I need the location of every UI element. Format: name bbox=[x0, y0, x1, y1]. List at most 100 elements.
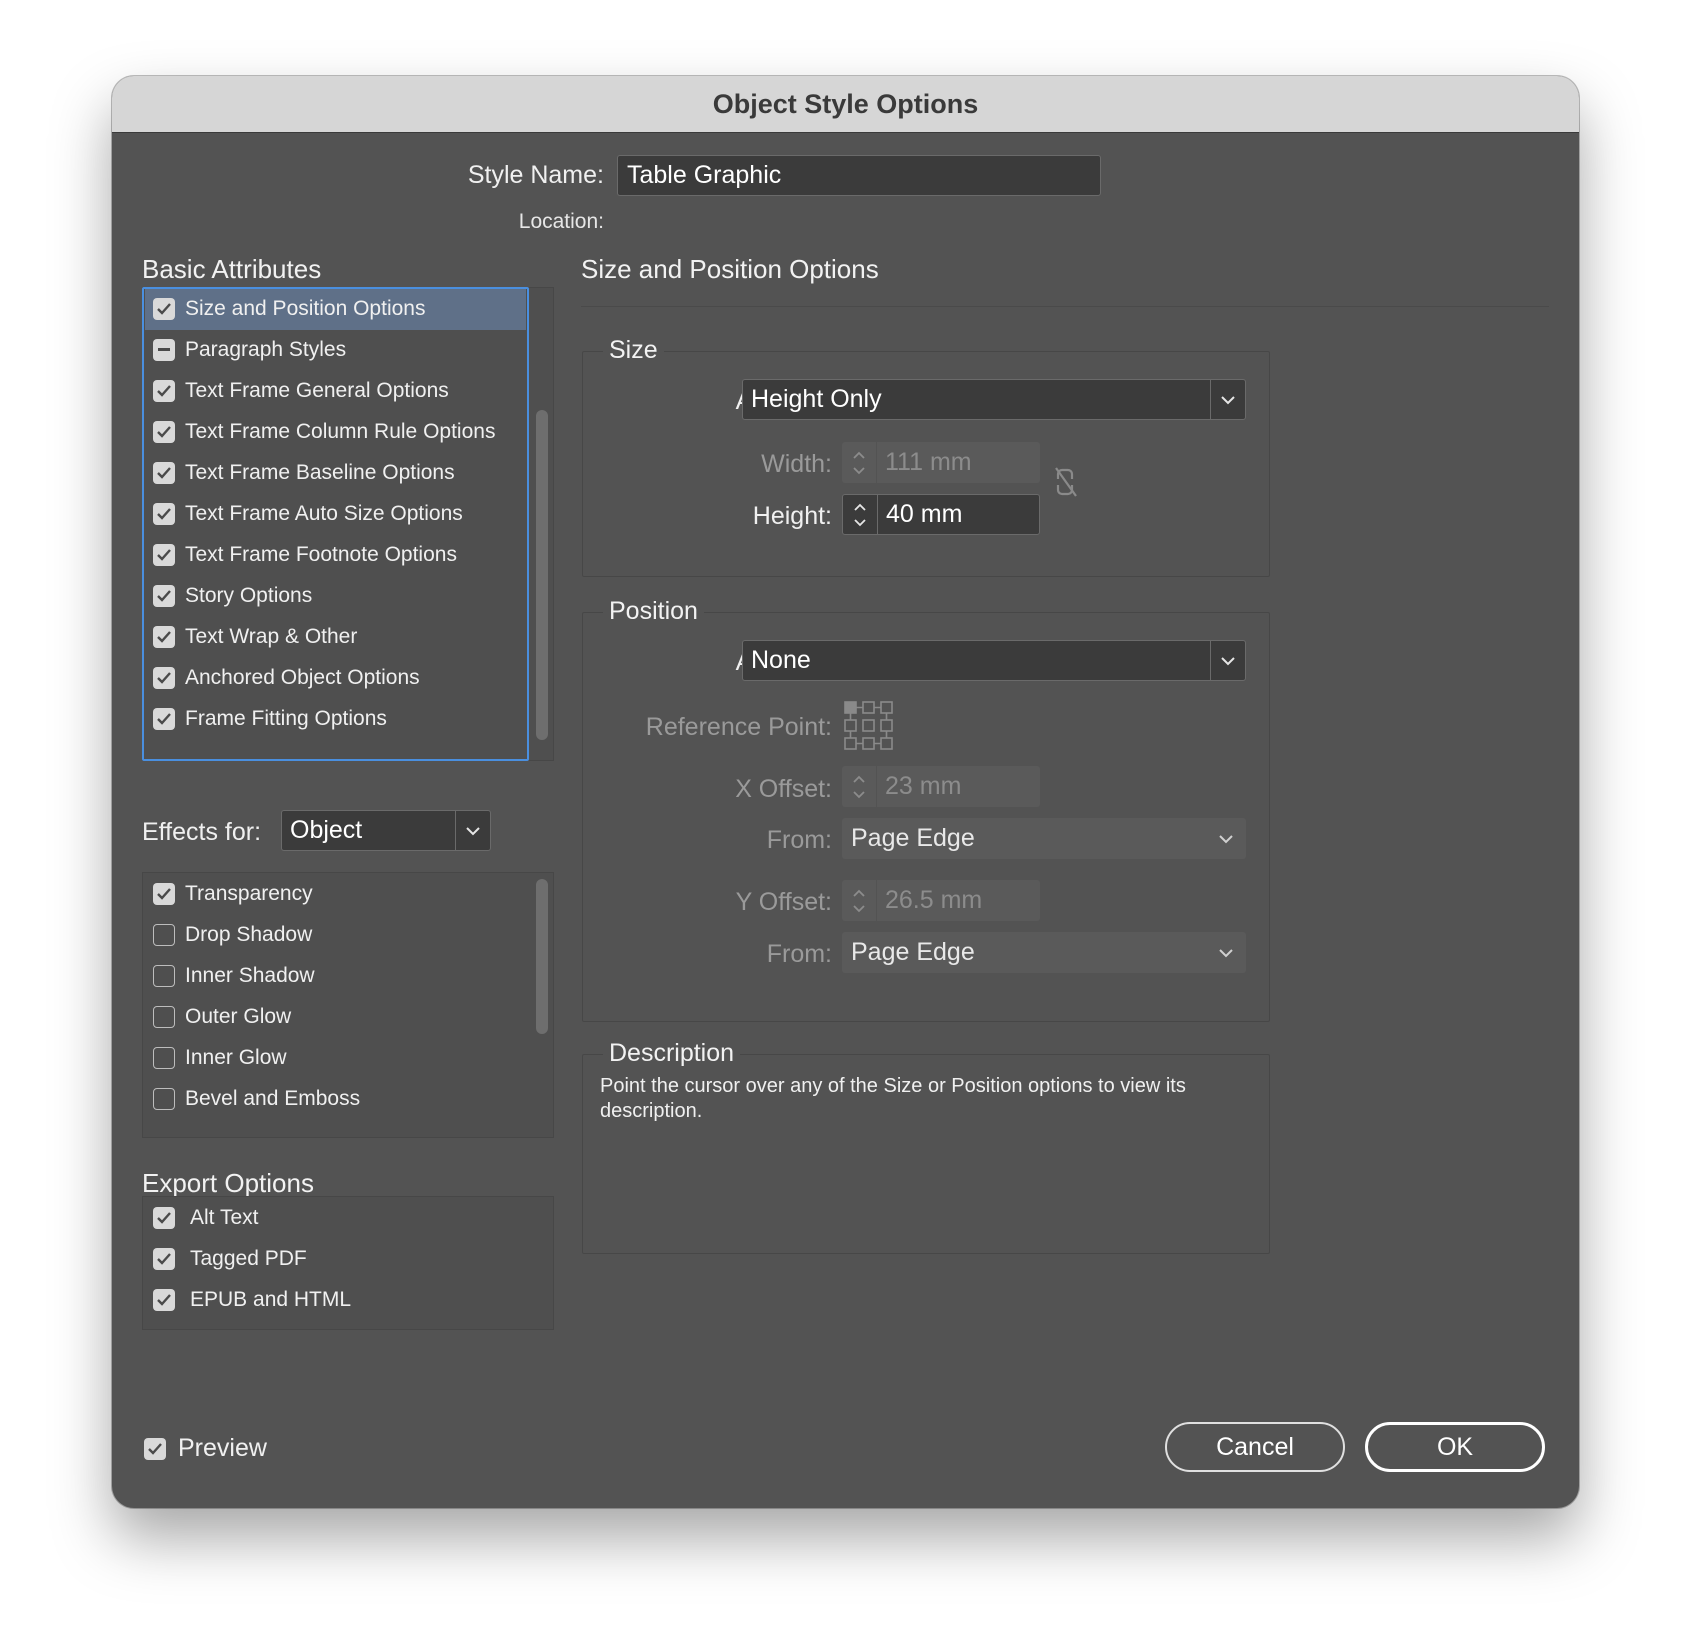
x-from-select[interactable]: Page Edge bbox=[842, 818, 1246, 859]
basic-attributes-scroll-thumb[interactable] bbox=[536, 410, 548, 740]
panel-title-divider bbox=[581, 306, 1549, 307]
size-adjust-value: Height Only bbox=[751, 385, 882, 413]
stepper-arrows-icon[interactable] bbox=[842, 442, 877, 483]
basic-attribute-item[interactable]: Size and Position Options bbox=[145, 288, 526, 330]
y-from-label: From: bbox=[766, 940, 832, 968]
panel-title: Size and Position Options bbox=[581, 254, 879, 284]
x-offset-stepper[interactable]: 23 mm bbox=[842, 766, 1040, 807]
checkbox-checked-icon[interactable] bbox=[153, 462, 175, 484]
basic-attribute-item-label: Story Options bbox=[185, 584, 313, 607]
cancel-button[interactable]: Cancel bbox=[1165, 1422, 1345, 1472]
location-label: Location: bbox=[518, 210, 604, 233]
effect-item[interactable]: Bevel and Emboss bbox=[145, 1078, 526, 1120]
effect-item[interactable]: Outer Glow bbox=[145, 996, 526, 1038]
effects-scrollbar[interactable] bbox=[533, 873, 551, 1137]
basic-attribute-item[interactable]: Text Frame Auto Size Options bbox=[145, 493, 526, 535]
reference-point-icon[interactable] bbox=[843, 700, 895, 757]
basic-attributes-scrollbar[interactable] bbox=[533, 288, 551, 760]
export-options-heading: Export Options bbox=[142, 1168, 314, 1198]
description-text: Point the cursor over any of the Size or… bbox=[600, 1075, 1186, 1122]
checkbox-unchecked-icon[interactable] bbox=[153, 1047, 175, 1069]
effects-for-label: Effects for: bbox=[142, 818, 262, 846]
basic-attribute-item[interactable]: Text Frame Baseline Options bbox=[145, 452, 526, 494]
basic-attribute-item[interactable]: Text Frame General Options bbox=[145, 370, 526, 412]
effect-item-label: Outer Glow bbox=[185, 1005, 292, 1028]
checkbox-unchecked-icon[interactable] bbox=[153, 924, 175, 946]
preview-label: Preview bbox=[178, 1434, 267, 1462]
basic-attribute-item[interactable]: Text Frame Footnote Options bbox=[145, 534, 526, 576]
checkbox-checked-icon[interactable] bbox=[153, 626, 175, 648]
height-stepper[interactable]: 40 mm bbox=[842, 494, 1040, 535]
position-adjust-value: None bbox=[751, 646, 811, 674]
ok-button[interactable]: OK bbox=[1365, 1422, 1545, 1472]
export-option-item-label: Tagged PDF bbox=[190, 1247, 307, 1270]
size-adjust-select[interactable]: Height Only bbox=[742, 379, 1246, 420]
y-offset-stepper[interactable]: 26.5 mm bbox=[842, 880, 1040, 921]
checkbox-checked-icon[interactable] bbox=[153, 503, 175, 525]
style-name-input[interactable]: Table Graphic bbox=[617, 155, 1101, 196]
effects-target-value: Object bbox=[290, 816, 363, 844]
basic-attribute-item-label: Text Frame Column Rule Options bbox=[185, 420, 496, 443]
width-label: Width: bbox=[761, 450, 832, 478]
effect-item[interactable]: Transparency bbox=[145, 873, 526, 915]
x-offset-label: X Offset: bbox=[735, 775, 832, 803]
effect-item-label: Transparency bbox=[185, 882, 313, 905]
basic-attribute-item[interactable]: Text Frame Column Rule Options bbox=[145, 411, 526, 453]
export-options-list[interactable]: Alt Text Tagged PDF EPUB and HTML bbox=[142, 1196, 554, 1330]
position-legend: Position bbox=[603, 597, 704, 626]
basic-attribute-item[interactable]: Anchored Object Options bbox=[145, 657, 526, 699]
preview-checkbox[interactable]: Preview bbox=[144, 1434, 267, 1463]
style-name-label: Style Name: bbox=[467, 161, 604, 189]
stepper-arrows-icon[interactable] bbox=[843, 495, 878, 534]
basic-attribute-item[interactable]: Frame Fitting Options bbox=[145, 698, 526, 740]
export-option-item[interactable]: EPUB and HTML bbox=[145, 1279, 526, 1321]
checkbox-checked-icon[interactable] bbox=[153, 421, 175, 443]
effect-item[interactable]: Drop Shadow bbox=[145, 914, 526, 956]
basic-attribute-item-label: Paragraph Styles bbox=[185, 338, 347, 361]
checkbox-mixed-icon[interactable] bbox=[153, 339, 175, 361]
chevron-down-icon bbox=[1206, 834, 1246, 844]
stepper-arrows-icon[interactable] bbox=[842, 766, 877, 807]
checkbox-unchecked-icon[interactable] bbox=[153, 1088, 175, 1110]
basic-attribute-item-label: Text Frame Baseline Options bbox=[185, 461, 455, 484]
x-from-label: From: bbox=[766, 826, 832, 854]
basic-attribute-item[interactable]: Story Options bbox=[145, 575, 526, 617]
constrain-proportions-icon[interactable] bbox=[1052, 466, 1082, 503]
checkbox-checked-icon[interactable] bbox=[153, 298, 175, 320]
stepper-arrows-icon[interactable] bbox=[842, 880, 877, 921]
effect-item[interactable]: Inner Glow bbox=[145, 1037, 526, 1079]
basic-attributes-list[interactable]: Size and Position Options Paragraph Style… bbox=[142, 287, 554, 761]
checkbox-checked-icon[interactable] bbox=[153, 380, 175, 402]
checkbox-checked-icon[interactable] bbox=[153, 1289, 175, 1311]
position-adjust-select[interactable]: None bbox=[742, 640, 1246, 681]
checkbox-checked-icon[interactable] bbox=[153, 544, 175, 566]
checkbox-checked-icon[interactable] bbox=[153, 883, 175, 905]
checkbox-checked-icon[interactable] bbox=[153, 585, 175, 607]
effects-scroll-thumb[interactable] bbox=[536, 879, 548, 1034]
checkbox-checked-icon[interactable] bbox=[153, 708, 175, 730]
export-option-item[interactable]: Tagged PDF bbox=[145, 1238, 526, 1280]
y-from-select[interactable]: Page Edge bbox=[842, 932, 1246, 973]
basic-attributes-heading: Basic Attributes bbox=[142, 254, 322, 284]
checkbox-unchecked-icon[interactable] bbox=[153, 965, 175, 987]
basic-attribute-item[interactable]: Paragraph Styles bbox=[145, 329, 526, 371]
width-value: 111 mm bbox=[885, 448, 972, 476]
width-stepper[interactable]: 111 mm bbox=[842, 442, 1040, 483]
effects-target-select[interactable]: Object bbox=[281, 810, 491, 851]
effects-list[interactable]: Transparency Drop Shadow Inner Shadow Outer… bbox=[142, 872, 554, 1138]
effect-item-label: Inner Glow bbox=[185, 1046, 287, 1069]
basic-attribute-item[interactable]: Text Wrap & Other bbox=[145, 616, 526, 658]
checkbox-checked-icon[interactable] bbox=[153, 1248, 175, 1270]
chevron-down-icon bbox=[1210, 380, 1245, 419]
reference-point-label: Reference Point: bbox=[645, 713, 832, 741]
description-legend: Description bbox=[603, 1039, 741, 1068]
export-option-item[interactable]: Alt Text bbox=[145, 1197, 526, 1239]
chevron-down-icon bbox=[1210, 641, 1245, 680]
title-bar[interactable]: Object Style Options bbox=[112, 76, 1579, 133]
basic-attribute-item-label: Anchored Object Options bbox=[185, 666, 420, 689]
checkbox-checked-icon[interactable] bbox=[153, 667, 175, 689]
checkbox-checked-icon[interactable] bbox=[153, 1207, 175, 1229]
effect-item[interactable]: Inner Shadow bbox=[145, 955, 526, 997]
checkbox-unchecked-icon[interactable] bbox=[153, 1006, 175, 1028]
effect-item-label: Inner Shadow bbox=[185, 964, 315, 987]
